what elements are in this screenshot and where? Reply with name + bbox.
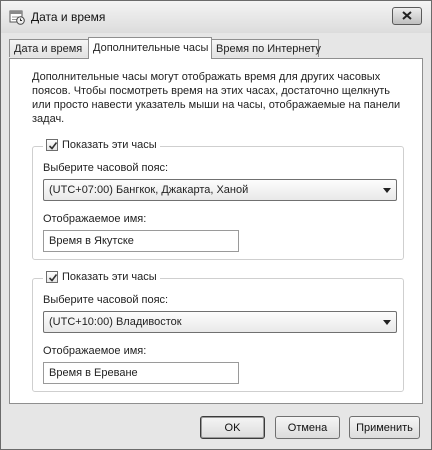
display-name-label: Отображаемое имя: [43, 213, 147, 225]
timezone-select[interactable]: (UTC+10:00) Владивосток [43, 311, 397, 333]
checkbox-box[interactable] [46, 271, 58, 283]
tab-internet-time[interactable]: Время по Интернету [211, 39, 321, 57]
display-name-input[interactable] [43, 362, 239, 384]
title-bar[interactable]: Дата и время [1, 1, 431, 33]
tab-panel: Дополнительные часы могут отображать вре… [9, 58, 423, 404]
apply-button[interactable]: Применить [349, 416, 420, 439]
dropdown-arrow-icon [383, 320, 391, 325]
ok-button[interactable]: OK [200, 416, 265, 439]
show-clock-1-checkbox[interactable]: Показать эти часы [43, 139, 160, 151]
clock-group-2: Показать эти часы Выберите часовой пояс:… [32, 271, 404, 392]
timezone-value: (UTC+10:00) Владивосток [49, 316, 182, 328]
date-time-dialog: Дата и время Дата и время Дополнительные… [0, 0, 432, 450]
show-clock-2-checkbox[interactable]: Показать эти часы [43, 271, 160, 283]
close-button[interactable] [392, 7, 422, 25]
display-name-label: Отображаемое имя: [43, 345, 147, 357]
checkmark-icon [48, 274, 58, 282]
clock-group-1: Показать эти часы Выберите часовой пояс:… [32, 139, 404, 260]
checkmark-icon [48, 142, 58, 150]
display-name-input[interactable] [43, 230, 239, 252]
tab-additional-clocks[interactable]: Дополнительные часы [88, 37, 212, 59]
calendar-clock-icon [9, 9, 25, 25]
description-text: Дополнительные часы могут отображать вре… [32, 71, 401, 125]
checkbox-box[interactable] [46, 139, 58, 151]
timezone-select[interactable]: (UTC+07:00) Бангкок, Джакарта, Ханой [43, 179, 397, 201]
close-icon [402, 11, 412, 20]
timezone-value: (UTC+07:00) Бангкок, Джакарта, Ханой [49, 184, 249, 196]
dropdown-arrow-icon [383, 188, 391, 193]
tab-date-time[interactable]: Дата и время [9, 39, 89, 57]
cancel-button[interactable]: Отмена [275, 416, 340, 439]
show-clock-label: Показать эти часы [62, 139, 157, 151]
show-clock-label: Показать эти часы [62, 271, 157, 283]
timezone-label: Выберите часовой пояс: [43, 294, 169, 306]
window-title: Дата и время [31, 10, 106, 24]
timezone-label: Выберите часовой пояс: [43, 162, 169, 174]
